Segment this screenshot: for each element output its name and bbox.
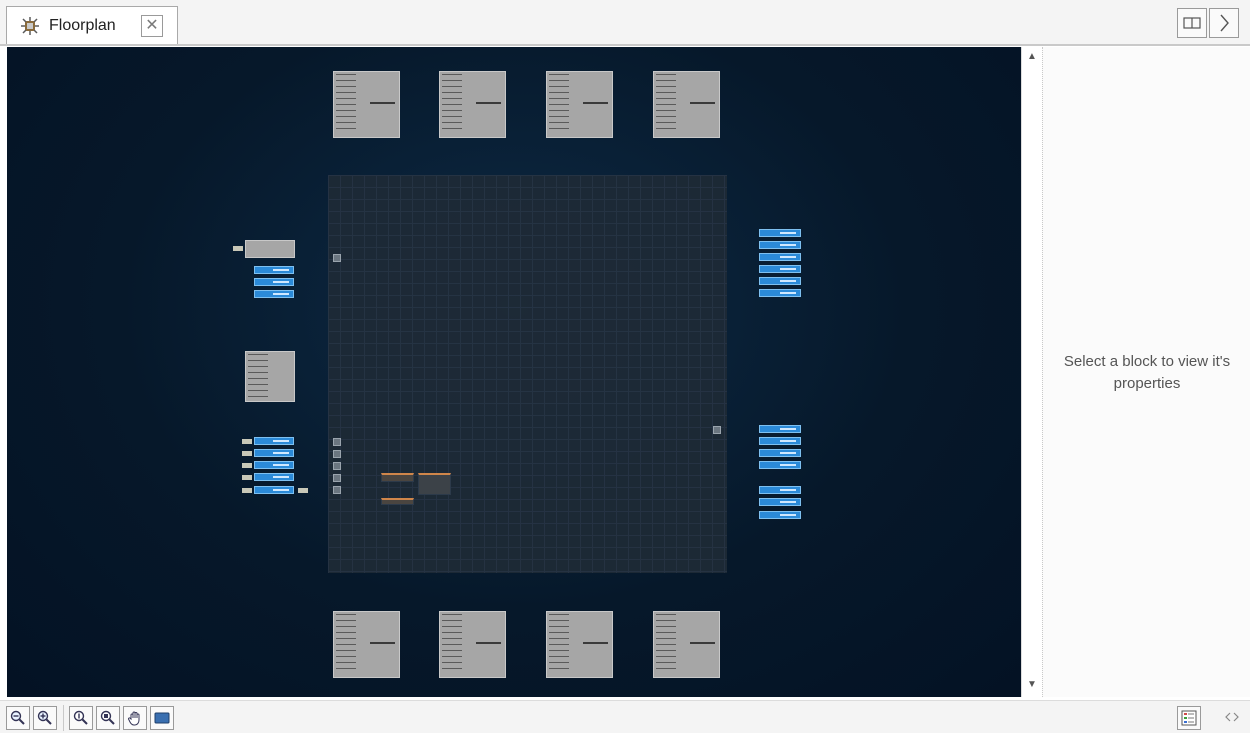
io-pin[interactable]	[254, 461, 294, 469]
io-pin[interactable]	[759, 511, 801, 519]
io-pin[interactable]	[254, 290, 294, 298]
zoom-fit-button[interactable]	[96, 706, 120, 730]
legend-button[interactable]	[1177, 706, 1201, 730]
chip-gear-icon	[21, 17, 39, 35]
placed-cell[interactable]	[418, 473, 451, 495]
close-icon[interactable]: ✕	[141, 15, 163, 37]
tab-bar-divider	[0, 44, 1250, 46]
io-pin[interactable]	[254, 473, 294, 481]
toolbar-separator	[63, 705, 64, 731]
io-cell[interactable]	[333, 450, 341, 458]
zoom-out-button[interactable]	[6, 706, 30, 730]
io-cell[interactable]	[333, 486, 341, 494]
monitor-icon	[154, 712, 170, 724]
memory-block[interactable]	[333, 71, 400, 138]
zoom-actual-icon	[73, 710, 88, 725]
io-pin[interactable]	[254, 437, 294, 445]
properties-empty-message: Select a block to view it's properties	[1063, 353, 1231, 392]
hand-icon	[128, 711, 140, 726]
expand-panel-button[interactable]	[1209, 8, 1239, 38]
io-pin[interactable]	[254, 486, 294, 494]
io-pin[interactable]	[759, 277, 801, 285]
memory-block[interactable]	[653, 611, 720, 678]
scroll-up-icon[interactable]: ▲	[1026, 51, 1038, 63]
memory-block[interactable]	[439, 611, 506, 678]
zoom-in-button[interactable]	[33, 706, 57, 730]
split-view-button[interactable]	[1177, 8, 1207, 38]
io-pin[interactable]	[759, 253, 801, 261]
scroll-down-icon[interactable]: ▼	[1026, 679, 1038, 691]
oscillator-block[interactable]	[245, 351, 295, 402]
zoom-fit-icon	[100, 710, 115, 725]
tab-bar: Floorplan ✕	[0, 0, 1250, 46]
memory-block[interactable]	[546, 611, 613, 678]
tab-floorplan[interactable]: Floorplan ✕	[6, 6, 178, 45]
floorplan-canvas[interactable]	[7, 47, 1021, 697]
io-cell[interactable]	[333, 254, 341, 262]
pin-label	[233, 246, 243, 251]
pin-label	[242, 475, 252, 480]
zoom-in-icon	[37, 710, 52, 725]
io-cell[interactable]	[333, 438, 341, 446]
io-pin[interactable]	[759, 437, 801, 445]
code-view-button[interactable]	[1221, 706, 1245, 730]
memory-block[interactable]	[439, 71, 506, 138]
pin-label	[298, 488, 308, 493]
view-mode-button[interactable]	[150, 706, 174, 730]
pan-button[interactable]	[123, 706, 147, 730]
zoom-out-icon	[10, 710, 25, 725]
placed-cell[interactable]	[381, 498, 414, 505]
io-pin[interactable]	[254, 266, 294, 274]
pin-label	[242, 488, 252, 493]
pll-block[interactable]	[245, 240, 295, 258]
io-cell[interactable]	[333, 474, 341, 482]
memory-block[interactable]	[546, 71, 613, 138]
split-view-icon	[1183, 17, 1201, 29]
fabric-grid[interactable]	[328, 175, 727, 573]
placed-cell[interactable]	[381, 473, 414, 482]
io-pin[interactable]	[759, 461, 801, 469]
pin-label	[242, 463, 252, 468]
memory-block[interactable]	[653, 71, 720, 138]
io-pin[interactable]	[759, 425, 801, 433]
io-pin[interactable]	[759, 265, 801, 273]
io-pin[interactable]	[254, 278, 294, 286]
pin-label	[242, 439, 252, 444]
io-pin[interactable]	[759, 229, 801, 237]
io-cell[interactable]	[713, 426, 721, 434]
chevron-right-icon	[1220, 14, 1229, 32]
memory-block[interactable]	[333, 611, 400, 678]
io-pin[interactable]	[759, 449, 801, 457]
vertical-scrollbar[interactable]: ▲ ▼	[1021, 47, 1042, 697]
io-pin[interactable]	[254, 449, 294, 457]
pin-label	[242, 451, 252, 456]
io-pin[interactable]	[759, 486, 801, 494]
tab-label: Floorplan	[49, 17, 116, 34]
zoom-actual-button[interactable]	[69, 706, 93, 730]
legend-list-icon	[1181, 710, 1197, 726]
bottom-toolbar	[0, 700, 1250, 733]
io-cell[interactable]	[333, 462, 341, 470]
io-pin[interactable]	[759, 241, 801, 249]
code-brackets-icon	[1225, 712, 1239, 722]
io-pin[interactable]	[759, 498, 801, 506]
properties-panel: Select a block to view it's properties	[1042, 47, 1250, 697]
io-pin[interactable]	[759, 289, 801, 297]
